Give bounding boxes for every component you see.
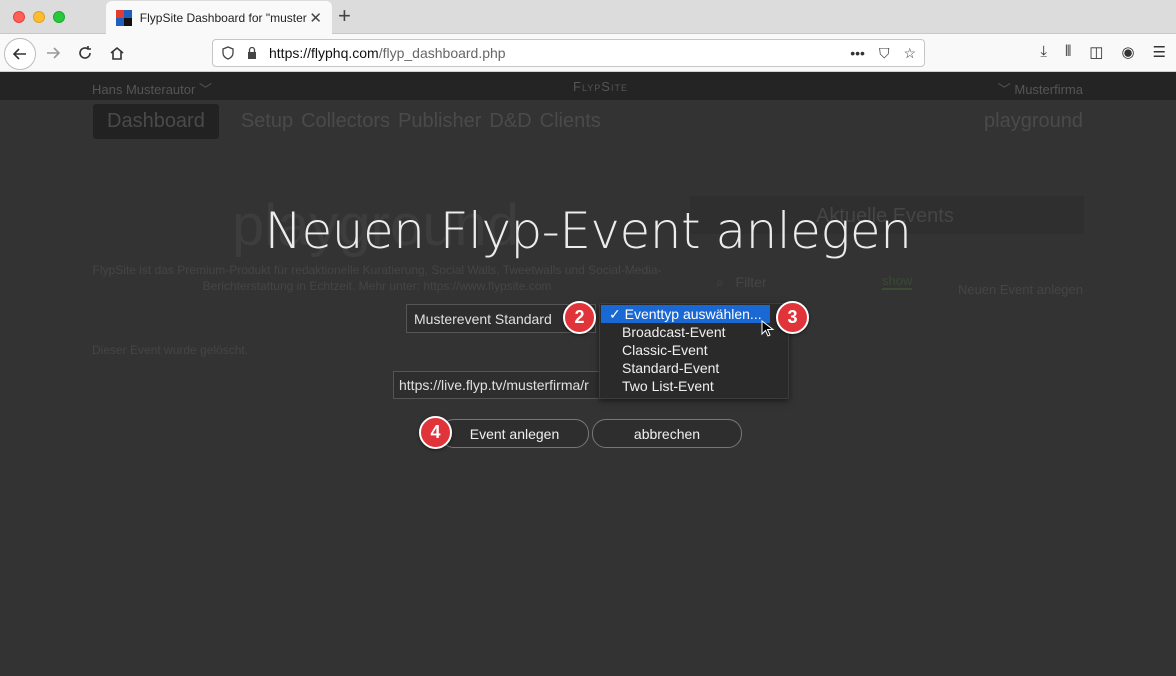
tab-title: FlypSite Dashboard for "muster <box>139 10 307 25</box>
hamburger-menu-icon[interactable]: ☰ <box>1153 43 1166 61</box>
zoom-window-button[interactable] <box>53 11 65 23</box>
brand-logo: FlypSite <box>573 79 628 94</box>
arrow-right-icon <box>47 47 61 59</box>
author-menu[interactable]: Hans Musterautor ﹀ <box>92 79 212 98</box>
modal-title: Neuen Flyp-Event anlegen <box>264 202 912 260</box>
menu-item-dd[interactable]: D&D <box>489 104 531 139</box>
dropdown-option-placeholder[interactable]: ✓ Eventtyp auswählen... <box>601 305 770 323</box>
flypsite-favicon-icon <box>116 9 132 26</box>
window-titlebar: FlypSite Dashboard for "muster ✕ + <box>0 0 1176 34</box>
new-tab-icon[interactable]: + <box>338 4 351 28</box>
step-badge-2: 2 <box>563 301 596 334</box>
minimize-window-button[interactable] <box>33 11 45 23</box>
home-icon <box>110 46 124 60</box>
step-badge-4: 4 <box>419 416 452 449</box>
reload-button[interactable] <box>70 39 100 67</box>
new-event-link[interactable]: Neuen Event anlegen <box>958 282 1083 297</box>
close-window-button[interactable] <box>13 11 25 23</box>
site-topbar: Hans Musterautor ﹀ FlypSite ﹀ Musterfirm… <box>0 72 1176 100</box>
dropdown-option-classic[interactable]: Classic-Event <box>600 341 788 359</box>
bookmark-star-icon[interactable]: ☆ <box>903 45 916 62</box>
dropdown-option-broadcast[interactable]: Broadcast-Event <box>600 323 788 341</box>
menu-item-clients[interactable]: Clients <box>540 104 601 139</box>
browser-tab[interactable]: FlypSite Dashboard for "muster ✕ <box>106 1 332 34</box>
lock-icon <box>248 46 256 59</box>
menu-item-dashboard[interactable]: Dashboard <box>93 104 219 139</box>
main-menu: Dashboard Setup Collectors Publisher D&D… <box>93 104 601 139</box>
site-description: FlypSite ist das Premium-Produkt für red… <box>92 263 662 293</box>
filter-input[interactable]: ⌕ Filter <box>716 274 767 291</box>
show-button[interactable]: show <box>882 273 913 290</box>
menu-item-publisher[interactable]: Publisher <box>398 104 481 139</box>
company-menu[interactable]: ﹀ Musterfirma <box>998 79 1083 98</box>
create-event-button[interactable]: Event anlegen <box>440 419 589 448</box>
workspace-name: playground <box>984 110 1083 132</box>
menu-item-setup[interactable]: Setup <box>241 104 293 139</box>
forward-button[interactable] <box>38 39 68 67</box>
step-badge-3: 3 <box>776 301 809 334</box>
dropdown-option-standard[interactable]: Standard-Event <box>600 359 788 377</box>
close-tab-icon[interactable]: ✕ <box>309 9 322 27</box>
page-actions-icon[interactable]: ••• <box>850 45 865 62</box>
shield-icon <box>222 46 234 60</box>
reload-icon <box>79 46 91 59</box>
account-icon[interactable]: ◉ <box>1121 43 1134 61</box>
deleted-message: Dieser Event wurde gelöscht. <box>92 343 249 357</box>
download-icon[interactable]: ⤓ <box>1040 43 1047 61</box>
mouse-cursor-icon <box>761 320 775 337</box>
cancel-button[interactable]: abbrechen <box>592 419 742 448</box>
menu-item-collectors[interactable]: Collectors <box>301 104 390 139</box>
pocket-icon[interactable]: ⛉ <box>879 45 890 62</box>
home-button[interactable] <box>102 39 132 67</box>
page-content: Hans Musterautor ﹀ FlypSite ﹀ Musterfirm… <box>0 72 1176 676</box>
navigation-toolbar: https://flyphq.com/flyp_dashboard.php ••… <box>0 34 1176 72</box>
url-text: https://flyphq.com/flyp_dashboard.php <box>269 45 506 61</box>
back-button[interactable] <box>4 38 36 70</box>
sidebar-icon[interactable]: ◫ <box>1089 43 1103 61</box>
address-bar[interactable]: https://flyphq.com/flyp_dashboard.php ••… <box>212 39 925 67</box>
arrow-left-icon <box>12 48 26 60</box>
search-icon: ⌕ <box>716 274 724 290</box>
event-type-dropdown[interactable]: ✓ Eventtyp auswählen... Broadcast-Event … <box>599 303 789 399</box>
library-icon[interactable]: ⫴ <box>1065 43 1071 61</box>
dropdown-option-two-list[interactable]: Two List-Event <box>600 377 788 395</box>
